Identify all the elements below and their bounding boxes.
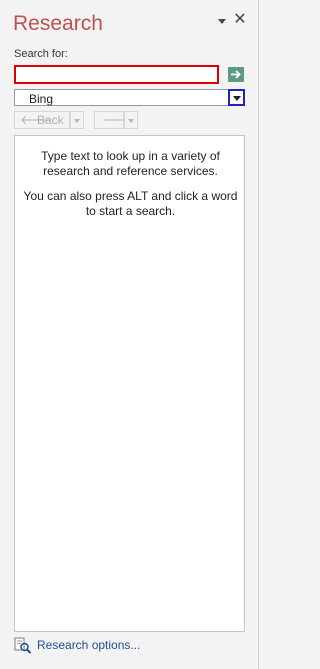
forward-button[interactable]: 🡒 [94,111,135,129]
back-button[interactable]: 🡐 Back [14,111,70,129]
research-pane: Research ✕ Search for: Bing 🡐 Back 🡒 Typ… [0,0,259,669]
research-options-link[interactable]: Research options... [37,638,140,652]
research-options-icon [14,637,32,654]
back-history-dropdown[interactable] [70,111,84,129]
search-for-label: Search for: [14,48,68,60]
chevron-down-icon [128,119,134,123]
selected-source: Bing [29,92,54,106]
arrow-right-icon [231,70,241,79]
results-area[interactable]: Type text to look up in a variety of res… [14,135,245,632]
results-alt-click-hint: You can also press ALT and click a word … [23,189,238,218]
source-dropdown-button[interactable] [228,89,245,106]
results-hint-text: Type text to look up in a variety of res… [41,149,220,178]
pane-options-dropdown-icon[interactable] [218,19,226,24]
pane-title: Research [13,12,103,35]
research-source-select[interactable]: Bing [14,89,245,106]
chevron-down-icon [74,119,80,123]
close-icon[interactable]: ✕ [233,11,247,27]
chevron-down-icon [233,96,241,101]
back-label: Back [37,113,64,127]
start-search-button[interactable] [228,67,244,82]
forward-history-dropdown[interactable] [124,111,138,129]
search-input[interactable] [14,65,219,84]
